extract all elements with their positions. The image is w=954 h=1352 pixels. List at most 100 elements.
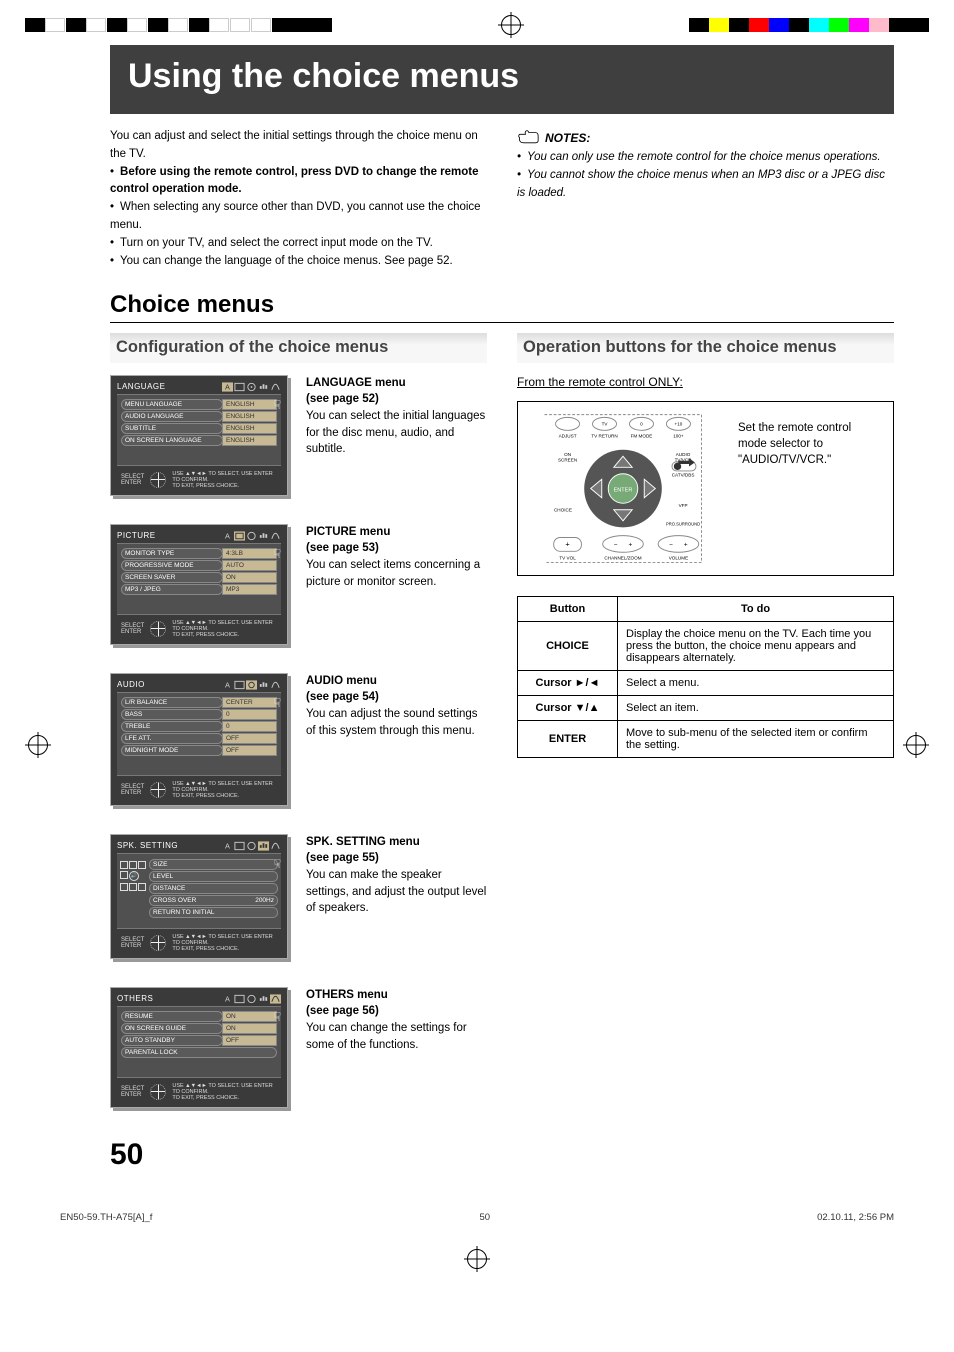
lbl-volume: VOLUME [669,555,688,560]
cell-todo: Move to sub-menu of the selected item or… [618,720,894,757]
row-val: 0 [222,709,277,720]
svg-text:A: A [225,680,230,689]
menu-footer: SELECTENTER USE ▲▼◄► TO SELECT. USE ENTE… [117,1077,281,1107]
speaker-layout-icon: 🔊 [120,859,146,919]
lbl-tvreturn: TV RETURN [591,433,617,438]
menu-screenshot: PICTURE A ☟ MONITOR TYPE4:3LB PROGRESSIV… [110,524,288,645]
menu-footer: SELECTENTER USE ▲▼◄► TO SELECT. USE ENTE… [117,775,281,805]
row-val: ON [222,1011,277,1022]
desc-sub: (see page 54) [306,691,379,703]
page-title: Using the choice menus [110,45,894,114]
cursor-hand-icon: ☟ [274,547,281,561]
registration-mark-top [501,15,521,35]
note-item: You can only use the remote control for … [517,149,894,167]
subsection-left: Configuration of the choice menus [110,333,487,363]
bottom-registration [0,1249,954,1269]
row-key: RESUME [121,1011,223,1022]
registration-mark-bottom [467,1249,487,1269]
menu-block-picture: PICTURE A ☟ MONITOR TYPE4:3LB PROGRESSIV… [110,524,487,645]
table-row: ENTER Move to sub-menu of the selected i… [518,720,894,757]
menu-title: PICTURE [117,531,156,540]
footer-select: SELECT [121,784,144,790]
menu-screenshot: AUDIO A ☟ L/R BALANCECENTER BASS0 [110,673,288,806]
menu-title: OTHERS [117,994,153,1003]
cell-button: CHOICE [518,621,618,670]
desc-body: You can change the settings for some of … [306,1022,467,1051]
footer-enter: ENTER [121,943,144,949]
desc-sub: (see page 53) [306,542,379,554]
row-key: LEVEL [153,873,173,880]
footer-date: 02.10.11, 2:56 PM [817,1212,894,1223]
menu-block-others: OTHERS A ☟ RESUMEON ON SCREEN GUIDEON [110,987,487,1108]
bullet: Turn on your TV, and select the correct … [110,235,487,253]
footer-select: SELECT [121,1086,144,1092]
footer-select: SELECT [121,623,144,629]
menu-footer: SELECTENTER USE ▲▼◄► TO SELECT. USE ENTE… [117,928,281,958]
footer-dpad-icon [150,1084,166,1100]
menu-tab-icons: A [222,382,281,392]
right-column: Operation buttons for the choice menus F… [517,333,894,1172]
row-key: ON SCREEN GUIDE [121,1023,223,1034]
bullet: You can change the language of the choic… [110,253,487,271]
menu-screenshot: LANGUAGE A ☟ MENU LANGUAGEENGLISH AUDIO … [110,375,288,496]
row-key: AUTO STANDBY [121,1035,223,1046]
desc-title: OTHERS menu [306,989,388,1001]
remote-diagram-box: TV 0 +10 ADJUST TV RETURN FM MODE 100+ E… [517,401,894,576]
intro-left: You can adjust and select the initial se… [110,128,487,271]
row-val: 4:3LB [222,548,277,559]
desc-sub: (see page 55) [306,852,379,864]
menu-description: SPK. SETTING menu (see page 55) You can … [306,834,487,959]
footer-hint: USE ▲▼◄► TO SELECT. USE ENTER TO CONFIRM… [172,781,277,799]
row-key: MIDNIGHT MODE [121,745,223,756]
note-item: You cannot show the choice menus when an… [517,167,894,203]
spk-list: SIZE LEVEL DISTANCE CROSS OVER200Hz RETU… [149,859,278,919]
menu-description: OTHERS menu (see page 56) You can change… [306,987,487,1108]
svg-text:A: A [225,382,230,391]
desc-body: You can make the speaker settings, and a… [306,869,486,914]
row-val: ENGLISH [222,411,277,422]
registration-mark-left [28,735,48,755]
cell-todo: Display the choice menu on the TV. Each … [618,621,894,670]
th-todo: To do [618,596,894,621]
section-title: Choice menus [110,291,894,323]
cell-button: Cursor ►/◄ [518,670,618,695]
footer-dpad-icon [150,621,166,637]
row-val: ENGLISH [222,399,277,410]
footer-dpad-icon [150,935,166,951]
footer-pagenum: 50 [152,1212,817,1223]
color-bar-right [689,18,929,32]
left-column: Configuration of the choice menus LANGUA… [110,333,487,1172]
bullet: When selecting any source other than DVD… [110,199,487,235]
desc-title: LANGUAGE menu [306,377,406,389]
row-key: CROSS OVER [153,897,196,904]
cursor-hand-icon: ☟ [274,1010,281,1024]
footer-hint: USE ▲▼◄► TO SELECT. USE ENTER TO CONFIRM… [172,934,277,952]
menu-rows: ☟ 🔊 SIZE LEVEL DISTANCE CRO [117,853,281,928]
menu-title: LANGUAGE [117,382,165,391]
desc-body: You can select the initial languages for… [306,410,485,455]
color-bar-left [25,18,332,32]
row-key: LFE ATT. [121,733,223,744]
table-row: Cursor ▼/▲ Select an item. [518,695,894,720]
row-key: MONITOR TYPE [121,548,223,559]
notes-hand-icon [517,128,539,147]
two-column-layout: Configuration of the choice menus LANGUA… [110,333,894,1172]
menu-title: SPK. SETTING [117,841,178,850]
row-key: RETURN TO INITIAL [153,909,215,916]
intro-bullets: Before using the remote control, press D… [110,164,487,271]
row-val: AUTO [222,560,277,571]
menu-title: AUDIO [117,680,145,689]
menu-screenshot: SPK. SETTING A ☟ [110,834,288,959]
footer-hint: USE ▲▼◄► TO SELECT. USE ENTER TO CONFIRM… [172,620,277,638]
desc-title: PICTURE menu [306,526,390,538]
svg-text:+: + [628,541,632,548]
footer-dpad-icon [150,472,166,488]
row-key: PROGRESSIVE MODE [121,560,223,571]
lbl-catvdbs: CATV/DBS [672,472,695,477]
subsection-right: Operation buttons for the choice menus [517,333,894,363]
footer-select: SELECT [121,474,144,480]
desc-title: SPK. SETTING menu [306,836,420,848]
menu-block-language: LANGUAGE A ☟ MENU LANGUAGEENGLISH AUDIO … [110,375,487,496]
svg-text:A: A [225,531,230,540]
desc-body: You can select items concerning a pictur… [306,559,480,588]
